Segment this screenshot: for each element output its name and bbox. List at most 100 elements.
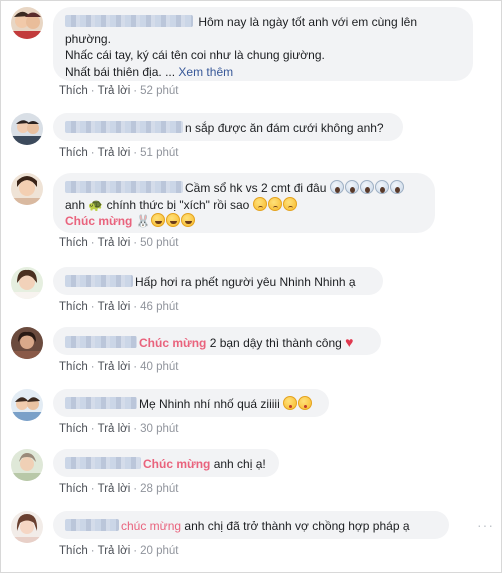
timestamp[interactable]: 30 phút bbox=[140, 423, 178, 435]
reply-link[interactable]: Trả lời bbox=[98, 423, 131, 435]
avatar[interactable] bbox=[11, 7, 43, 39]
avatar[interactable] bbox=[11, 327, 43, 359]
scream-emoji-icon bbox=[359, 180, 374, 194]
blurred-name[interactable] bbox=[65, 121, 183, 133]
reply-link[interactable]: Trả lời bbox=[98, 301, 131, 313]
comment-bubble: Cầm sổ hk vs 2 cmt đi đâu anh 🐢 chính th… bbox=[53, 173, 435, 233]
avatar[interactable] bbox=[11, 449, 43, 481]
scream-emoji-icon bbox=[374, 180, 389, 194]
comment-bubble: Hôm nay là ngày tốt anh với em cùng lên … bbox=[53, 7, 473, 81]
blurred-name[interactable] bbox=[65, 181, 183, 193]
like-link[interactable]: Thích bbox=[59, 361, 88, 373]
like-link[interactable]: Thích bbox=[59, 301, 88, 313]
like-link[interactable]: Thích bbox=[59, 483, 88, 495]
separator: · bbox=[90, 483, 95, 495]
separator: · bbox=[90, 147, 95, 159]
comment-actions: Thích · Trả lời · 20 phút bbox=[59, 545, 179, 557]
timestamp[interactable]: 51 phút bbox=[140, 147, 178, 159]
bunny-emoji-icon: 🐰 bbox=[135, 214, 151, 228]
separator: · bbox=[133, 361, 138, 373]
scream-emoji-icon bbox=[329, 180, 344, 194]
separator: · bbox=[133, 483, 138, 495]
timestamp[interactable]: 28 phút bbox=[140, 483, 178, 495]
timestamp[interactable]: 40 phút bbox=[140, 361, 178, 373]
like-link[interactable]: Thích bbox=[59, 423, 88, 435]
avatar[interactable] bbox=[11, 389, 43, 421]
avatar[interactable] bbox=[11, 113, 43, 145]
like-link[interactable]: Thích bbox=[59, 545, 88, 557]
avatar[interactable] bbox=[11, 511, 43, 543]
separator: · bbox=[90, 237, 95, 249]
kiss-emoji-icon bbox=[283, 396, 298, 410]
scream-emoji-icon bbox=[344, 180, 359, 194]
avatar[interactable] bbox=[11, 173, 43, 205]
more-options-icon[interactable]: ··· bbox=[477, 517, 494, 533]
comment-text: Mẹ Nhinh nhí nhố quá ziiiii bbox=[139, 397, 280, 411]
timestamp[interactable]: 50 phút bbox=[140, 237, 178, 249]
comment-text: Cầm sổ hk vs 2 cmt đi đâu bbox=[185, 181, 327, 195]
separator: · bbox=[90, 423, 95, 435]
blurred-name[interactable] bbox=[65, 457, 141, 469]
scream-emoji-icon bbox=[389, 180, 404, 194]
timestamp[interactable]: 52 phút bbox=[140, 85, 178, 97]
heart-emoji-icon: ♥ bbox=[345, 334, 354, 350]
separator: · bbox=[133, 237, 138, 249]
reply-link[interactable]: Trả lời bbox=[98, 483, 131, 495]
comment-bubble: Chúc mừng 2 bạn dậy thì thành công ♥ bbox=[53, 327, 381, 355]
highlight-text: Chúc mừng bbox=[65, 214, 133, 228]
separator: · bbox=[133, 147, 138, 159]
kiss-emoji-icon bbox=[298, 396, 313, 410]
blurred-name[interactable] bbox=[65, 397, 137, 409]
separator: · bbox=[133, 301, 138, 313]
comment-actions: Thích · Trả lời · 52 phút bbox=[59, 85, 179, 97]
highlight-text: Chúc mừng bbox=[139, 336, 207, 350]
highlight-text: Chúc mừng bbox=[143, 457, 211, 471]
highlight-text: chúc mừng bbox=[121, 519, 182, 533]
comment-bubble: Mẹ Nhinh nhí nhố quá ziiiii bbox=[53, 389, 329, 417]
comment-bubble: Hấp hơi ra phết người yêu Nhinh Nhinh ạ bbox=[53, 267, 383, 295]
comment-actions: Thích · Trả lời · 28 phút bbox=[59, 483, 179, 495]
like-link[interactable]: Thích bbox=[59, 147, 88, 159]
blurred-name[interactable] bbox=[65, 275, 133, 287]
comment-text: n sắp được ăn đám cưới không anh? bbox=[185, 121, 384, 135]
comment-actions: Thích · Trả lời · 50 phút bbox=[59, 237, 179, 249]
comment-actions: Thích · Trả lời · 40 phút bbox=[59, 361, 179, 373]
sad-emoji-icon bbox=[267, 196, 282, 211]
see-more-link[interactable]: Xem thêm bbox=[178, 65, 233, 79]
avatar[interactable] bbox=[11, 267, 43, 299]
comment-actions: Thích · Trả lời · 51 phút bbox=[59, 147, 179, 159]
separator: · bbox=[90, 545, 95, 557]
like-link[interactable]: Thích bbox=[59, 237, 88, 249]
reply-link[interactable]: Trả lời bbox=[98, 545, 131, 557]
separator: · bbox=[90, 361, 95, 373]
grin-emoji-icon bbox=[165, 213, 180, 227]
like-link[interactable]: Thích bbox=[59, 85, 88, 97]
grin-emoji-icon bbox=[150, 213, 165, 227]
comment-bubble: Chúc mừng anh chị ạ! bbox=[53, 449, 279, 477]
comment-text: Nhất bái thiên địa. ... bbox=[65, 64, 176, 79]
separator: · bbox=[133, 423, 138, 435]
comment-actions: Thích · Trả lời · 30 phút bbox=[59, 423, 179, 435]
comment-thread: Hôm nay là ngày tốt anh với em cùng lên … bbox=[0, 0, 502, 573]
comment-actions: Thích · Trả lời · 46 phút bbox=[59, 301, 179, 313]
timestamp[interactable]: 46 phút bbox=[140, 301, 178, 313]
blurred-name[interactable] bbox=[65, 15, 193, 27]
comment-text: Hấp hơi ra phết người yêu Nhinh Nhinh ạ bbox=[135, 275, 356, 289]
comment-text: anh chị ạ! bbox=[213, 457, 266, 471]
separator: · bbox=[90, 301, 95, 313]
reply-link[interactable]: Trả lời bbox=[98, 237, 131, 249]
reply-link[interactable]: Trả lời bbox=[98, 147, 131, 159]
comment-bubble: chúc mừng anh chị đã trở thành vợ chồng … bbox=[53, 511, 449, 539]
reply-link[interactable]: Trả lời bbox=[98, 361, 131, 373]
separator: · bbox=[133, 85, 138, 97]
comment-text: anh chị đã trở thành vợ chồng hợp pháp ạ bbox=[184, 519, 410, 533]
reply-link[interactable]: Trả lời bbox=[98, 85, 131, 97]
blurred-name[interactable] bbox=[65, 519, 119, 531]
separator: · bbox=[133, 545, 138, 557]
sad-emoji-icon bbox=[282, 196, 297, 211]
turtle-emoji-icon: 🐢 bbox=[88, 197, 104, 212]
blurred-name[interactable] bbox=[65, 336, 137, 348]
sad-emoji-icon bbox=[252, 196, 267, 211]
comment-text: Nhấc cái tay, ký cái tên coi như là chun… bbox=[65, 48, 325, 62]
timestamp[interactable]: 20 phút bbox=[140, 545, 178, 557]
